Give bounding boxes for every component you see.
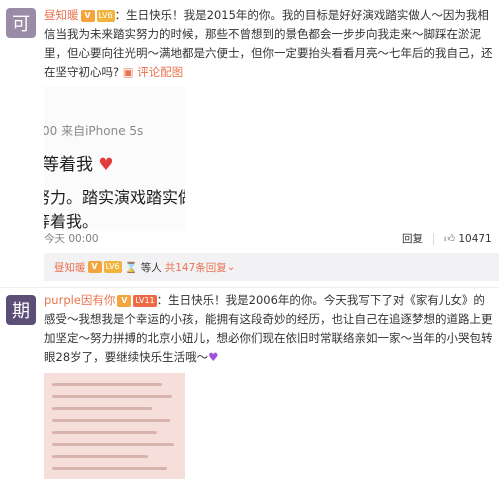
image-handwriting <box>52 383 162 386</box>
image-text-line: 等着我。 <box>44 212 99 231</box>
image-handwriting <box>52 467 167 470</box>
reply-text: 等人 <box>140 261 162 274</box>
image-text-line: 等着我 ♥ <box>44 150 114 175</box>
view-replies-link[interactable]: 共147条回复 <box>165 260 227 275</box>
image-handwriting <box>52 443 174 446</box>
level-badge: LV6 <box>96 9 115 22</box>
comment-actions: 回复 👍︎ 10471 <box>402 231 492 246</box>
image-text-line: 00 来自iPhone 5s <box>44 124 144 138</box>
image-handwriting <box>52 455 148 458</box>
comment-image-link[interactable]: ▣ 评论配图 <box>123 65 184 79</box>
verified-badge: V <box>87 261 102 273</box>
hourglass-icon: ⌛ <box>124 261 138 274</box>
level-badge: LV6 <box>103 261 122 273</box>
image-handwriting <box>52 407 152 410</box>
separator <box>433 232 434 245</box>
verified-badge: V <box>80 9 95 22</box>
image-handwriting <box>52 419 170 422</box>
image-handwriting <box>52 431 157 434</box>
comment-image[interactable]: 00 来自iPhone 5s 等着我 ♥ 努力。踏实演戏踏实做 等着我。 <box>44 86 185 231</box>
comment-body: purple因有你 V LV11 ：生日快乐！我是2006年的你。今天我写下了对《家有… <box>44 291 494 367</box>
like-button[interactable]: 👍︎ 10471 <box>444 232 492 245</box>
purple-heart-icon: ♥ <box>208 350 219 364</box>
like-count: 10471 <box>458 233 492 245</box>
comment-username[interactable]: 昼知暖 <box>44 8 79 22</box>
image-text-line2: 等着我 <box>44 155 93 175</box>
comment-body: 昼知暖 V LV6 ：生日快乐！我是2015年的你。我的目标是好好演戏踏实做人～因为我… <box>44 6 494 82</box>
verified-badge: V <box>117 294 132 307</box>
heart-icon: ♥ <box>98 155 114 175</box>
avatar-glyph: 可 <box>12 14 30 35</box>
chevron-down-icon[interactable]: ⌄ <box>227 261 236 273</box>
reply-username[interactable]: 昼知暖 <box>54 260 86 275</box>
image-text-line: 努力。踏实演戏踏实做 <box>44 188 185 207</box>
avatar[interactable]: 期 <box>6 295 36 325</box>
image-handwriting <box>52 395 172 398</box>
avatar-glyph: 期 <box>12 301 30 322</box>
image-icon: ▣ <box>122 65 134 79</box>
comment-image[interactable] <box>44 373 185 479</box>
comment-image-link-label: 评论配图 <box>137 65 184 79</box>
reply-summary: 昼知暖 V LV6 ⌛ 等人 共147条回复 ⌄ <box>44 253 499 281</box>
thumbs-up-icon: 👍︎ <box>444 233 455 245</box>
reply-button[interactable]: 回复 <box>402 231 423 246</box>
level-badge: LV11 <box>133 294 157 307</box>
divider <box>0 287 499 288</box>
comment-username[interactable]: purple因有你 <box>44 293 115 307</box>
comment-time: 今天 00:00 <box>44 233 99 245</box>
avatar[interactable]: 可 <box>6 8 36 38</box>
